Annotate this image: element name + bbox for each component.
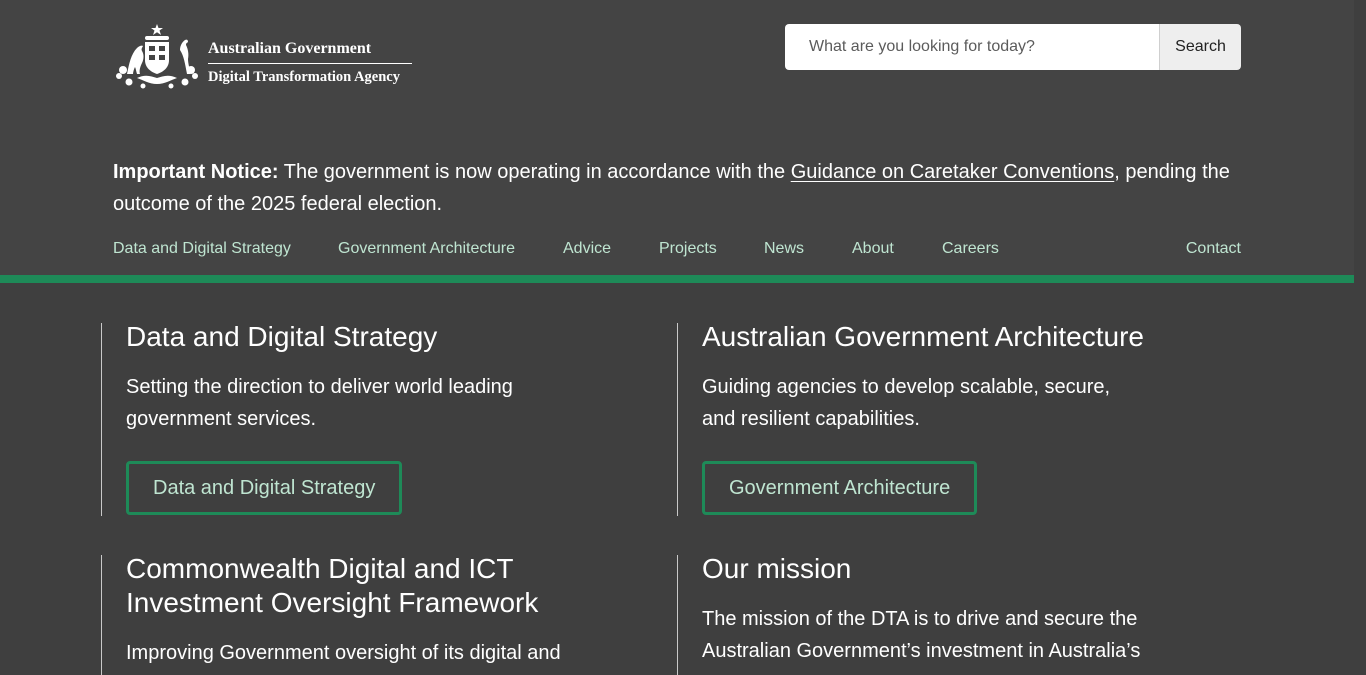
card-australian-government-architecture: Australian Government Architecture Guidi… bbox=[677, 321, 1147, 516]
government-architecture-button[interactable]: Government Architecture bbox=[702, 461, 978, 515]
logo-text-agency-name: Digital Transformation Agency bbox=[208, 69, 400, 85]
card-title: Our mission bbox=[702, 553, 852, 584]
nav-item-news[interactable]: News bbox=[764, 238, 804, 260]
nav-item-about[interactable]: About bbox=[852, 238, 894, 260]
card-investment-oversight-framework: Commonwealth Digital and ICT Investment … bbox=[101, 553, 571, 675]
card-title: Commonwealth Digital and ICT Investment … bbox=[126, 553, 539, 618]
main-navigation: Data and Digital Strategy Government Arc… bbox=[113, 238, 1241, 262]
site-header: Australian Government Digital Transforma… bbox=[0, 0, 1354, 283]
dta-logo-link[interactable]: Australian Government Digital Transforma… bbox=[113, 22, 413, 90]
nav-item-careers[interactable]: Careers bbox=[942, 238, 999, 260]
card-title: Australian Government Architecture bbox=[702, 321, 1144, 352]
site-search: Search bbox=[785, 24, 1241, 70]
logo-text-australian-government: Australian Government bbox=[208, 40, 372, 57]
notice-label: Important Notice: bbox=[113, 161, 279, 183]
notice-text-before: The government is now operating in accor… bbox=[278, 161, 791, 183]
nav-item-data-and-digital-strategy[interactable]: Data and Digital Strategy bbox=[113, 238, 291, 260]
logo-divider bbox=[208, 63, 412, 64]
data-and-digital-strategy-button[interactable]: Data and Digital Strategy bbox=[126, 461, 403, 515]
card-description: Improving Government oversight of its di… bbox=[126, 642, 561, 664]
coat-of-arms-icon bbox=[116, 24, 198, 89]
header-accent-bar bbox=[0, 275, 1354, 283]
card-title: Data and Digital Strategy bbox=[126, 321, 438, 352]
caretaker-conventions-link[interactable]: Guidance on Caretaker Conventions bbox=[791, 161, 1115, 183]
card-description: Setting the direction to deliver world l… bbox=[126, 376, 513, 430]
card-description: The mission of the DTA is to drive and s… bbox=[702, 608, 1141, 662]
nav-item-contact[interactable]: Contact bbox=[1186, 238, 1241, 260]
card-data-and-digital-strategy: Data and Digital Strategy Setting the di… bbox=[101, 321, 561, 516]
search-button[interactable]: Search bbox=[1159, 24, 1241, 70]
nav-item-projects[interactable]: Projects bbox=[659, 238, 717, 260]
important-notice: Important Notice: The government is now … bbox=[113, 156, 1253, 220]
nav-item-advice[interactable]: Advice bbox=[563, 238, 611, 260]
card-our-mission: Our mission The mission of the DTA is to… bbox=[677, 553, 1147, 675]
card-description: Guiding agencies to develop scalable, se… bbox=[702, 376, 1111, 430]
nav-item-government-architecture[interactable]: Government Architecture bbox=[338, 238, 515, 260]
search-input[interactable] bbox=[785, 24, 1159, 70]
